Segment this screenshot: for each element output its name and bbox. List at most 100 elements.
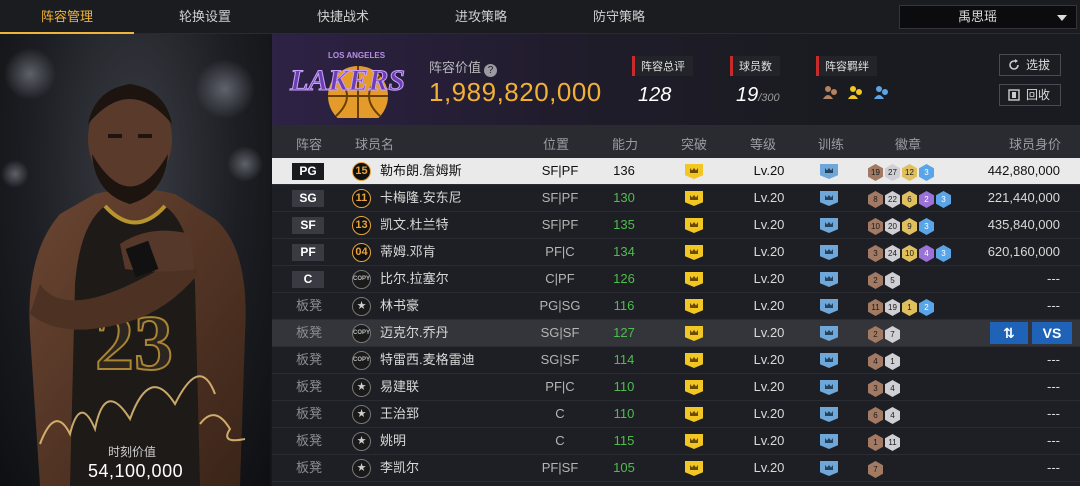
tab-quick-tactics[interactable]: 快捷战术 — [276, 0, 410, 34]
swap-button[interactable]: ⇅ — [990, 322, 1028, 344]
refresh-icon — [1009, 59, 1019, 70]
badge-list[interactable]: 19 27 12 3 — [868, 163, 936, 181]
lakers-logo: LOS ANGELES LAKERS — [289, 51, 406, 118]
player-name[interactable]: 李凯尔 — [380, 455, 419, 482]
bond-bronze-icon[interactable] — [822, 84, 840, 100]
badge-list[interactable]: 8 22 6 2 3 — [868, 190, 953, 208]
tab-defense[interactable]: 防守策略 — [552, 0, 686, 34]
bond-icons — [816, 84, 894, 105]
badge-list[interactable]: 34 — [868, 379, 902, 397]
player-position: PF|C — [545, 379, 575, 394]
breakthrough-crown-icon[interactable] — [685, 326, 703, 341]
badge-list[interactable]: 64 — [868, 406, 902, 424]
player-level: Lv.20 — [753, 190, 785, 205]
breakthrough-crown-icon[interactable] — [685, 218, 703, 233]
user-dropdown[interactable]: 禹思瑶 — [899, 5, 1077, 29]
tab-offense[interactable]: 进攻策略 — [414, 0, 548, 34]
breakthrough-crown-icon[interactable] — [685, 434, 703, 449]
star-icon: ★ — [352, 405, 371, 424]
training-icon[interactable] — [820, 164, 838, 179]
copy-badge: COPY — [352, 270, 371, 289]
table-row[interactable]: 板凳 ★ 李凯尔 PF|SF 105 Lv.20 7 --- — [272, 455, 1080, 482]
player-name[interactable]: 卡梅隆.安东尼 — [380, 185, 462, 212]
player-name[interactable]: 凯文.杜兰特 — [380, 212, 449, 239]
player-level: Lv.20 — [753, 379, 785, 394]
table-row[interactable]: 板凳 ★ 姚明 C 115 Lv.20 1 11 --- — [272, 428, 1080, 455]
breakthrough-crown-icon[interactable] — [685, 299, 703, 314]
player-name[interactable]: 林书豪 — [380, 293, 419, 320]
badge-gold-icon: 9 — [902, 218, 917, 235]
breakthrough-crown-icon[interactable] — [685, 272, 703, 287]
training-icon[interactable] — [820, 191, 838, 206]
tab-rotation[interactable]: 轮换设置 — [138, 0, 272, 34]
player-salary: 442,880,000 — [987, 163, 1060, 178]
breakthrough-crown-icon[interactable] — [685, 407, 703, 422]
training-icon[interactable] — [820, 461, 838, 476]
table-row[interactable]: 板凳 COPY 特雷西.麦格雷迪 SG|SF 114 Lv.20 4 1 --- — [272, 347, 1080, 374]
breakthrough-crown-icon[interactable] — [685, 353, 703, 368]
tab-lineup[interactable]: 阵容管理 — [0, 0, 134, 34]
table-row[interactable]: 板凳 ★ 易建联 PF|C 110 Lv.20 3 4 --- — [272, 374, 1080, 401]
vs-button[interactable]: VS — [1032, 322, 1072, 344]
training-icon[interactable] — [820, 245, 838, 260]
copy-badge: COPY — [352, 324, 371, 343]
training-icon[interactable] — [820, 353, 838, 368]
player-level: Lv.20 — [753, 325, 785, 340]
badge-list[interactable]: 27 — [868, 325, 902, 343]
bond-blue-icon[interactable] — [873, 84, 891, 100]
badge-silver-icon: 24 — [885, 245, 900, 262]
player-name[interactable]: 勒布朗.詹姆斯 — [380, 158, 462, 185]
breakthrough-crown-icon[interactable] — [685, 191, 703, 206]
training-icon[interactable] — [820, 299, 838, 314]
player-name[interactable]: 蒂姆.邓肯 — [380, 239, 436, 266]
player-name[interactable]: 特雷西.麦格雷迪 — [380, 347, 475, 374]
badge-list[interactable]: 11 19 1 2 — [868, 298, 936, 316]
badge-silver-icon: 20 — [885, 218, 900, 235]
breakthrough-crown-icon[interactable] — [685, 245, 703, 260]
table-row[interactable]: PF 04 蒂姆.邓肯 PF|C 134 Lv.20 3 24 10 4 3 620,160,000 — [272, 239, 1080, 266]
player-name[interactable]: 易建联 — [380, 374, 419, 401]
table-row[interactable]: 板凳 ★ 林书豪 PG|SG 116 Lv.20 11 19 1 2 --- — [272, 293, 1080, 320]
player-name[interactable]: 姚明 — [380, 428, 406, 455]
recycle-button[interactable]: 回收 — [999, 84, 1061, 106]
table-row[interactable]: SF 13 凯文.杜兰特 SF|PF 135 Lv.20 10 20 9 3 435,840,000 — [272, 212, 1080, 239]
table-row[interactable]: 板凳 ★ 王治郅 C 110 Lv.20 6 4 --- — [272, 401, 1080, 428]
training-icon[interactable] — [820, 218, 838, 233]
training-icon[interactable] — [820, 434, 838, 449]
badge-bronze-icon: 6 — [868, 407, 883, 424]
training-icon[interactable] — [820, 380, 838, 395]
badge-list[interactable]: 10 20 9 3 — [868, 217, 936, 235]
logo-name-text: LAKERS — [289, 64, 405, 97]
badge-list[interactable]: 41 — [868, 352, 902, 370]
table-row[interactable]: C COPY 比尔.拉塞尔 C|PF 126 Lv.20 2 5 --- — [272, 266, 1080, 293]
table-row[interactable]: 板凳 COPY 迈克尔.乔丹 SG|SF 127 Lv.20 2 7 ⇅ VS — [272, 320, 1080, 347]
breakthrough-crown-icon[interactable] — [685, 461, 703, 476]
breakthrough-crown-icon[interactable] — [685, 164, 703, 179]
badge-list[interactable]: 1 11 — [868, 433, 902, 451]
player-name[interactable]: 王治郅 — [380, 401, 419, 428]
table-row[interactable]: PG 15 勒布朗.詹姆斯 SF|PF 136 Lv.20 19 27 12 3 442,880,0… — [272, 158, 1080, 185]
player-ability: 126 — [613, 271, 635, 286]
training-icon[interactable] — [820, 407, 838, 422]
badge-list[interactable]: 25 — [868, 271, 902, 289]
star-icon: ★ — [352, 432, 371, 451]
player-name[interactable]: 比尔.拉塞尔 — [380, 266, 449, 293]
star-icon: ★ — [352, 297, 371, 316]
badge-list[interactable]: 7 — [868, 460, 885, 478]
badge-list[interactable]: 3 24 10 4 3 — [868, 244, 953, 262]
rating-value: 128 — [638, 84, 672, 106]
badge-bronze-icon: 3 — [868, 380, 883, 397]
moment-value-label: 时刻价值 — [108, 445, 157, 459]
training-icon[interactable] — [820, 326, 838, 341]
bond-gold-icon[interactable] — [847, 84, 865, 100]
breakthrough-crown-icon[interactable] — [685, 380, 703, 395]
position-slot-badge: PF — [292, 244, 324, 261]
help-icon[interactable]: ? — [484, 64, 498, 77]
player-name[interactable]: 迈克尔.乔丹 — [380, 320, 449, 347]
pick-button[interactable]: 选拔 — [999, 54, 1061, 76]
player-level: Lv.20 — [753, 433, 785, 448]
badge-silver-icon: 7 — [885, 326, 900, 343]
table-row[interactable]: SG 11 卡梅隆.安东尼 SF|PF 130 Lv.20 8 22 6 2 3 221,440,00… — [272, 185, 1080, 212]
roster-table: 阵容 球员名 位置 能力 突破 等级 训练 徽章 球员身价 PG 15 勒布朗.詹姆… — [272, 126, 1080, 486]
training-icon[interactable] — [820, 272, 838, 287]
